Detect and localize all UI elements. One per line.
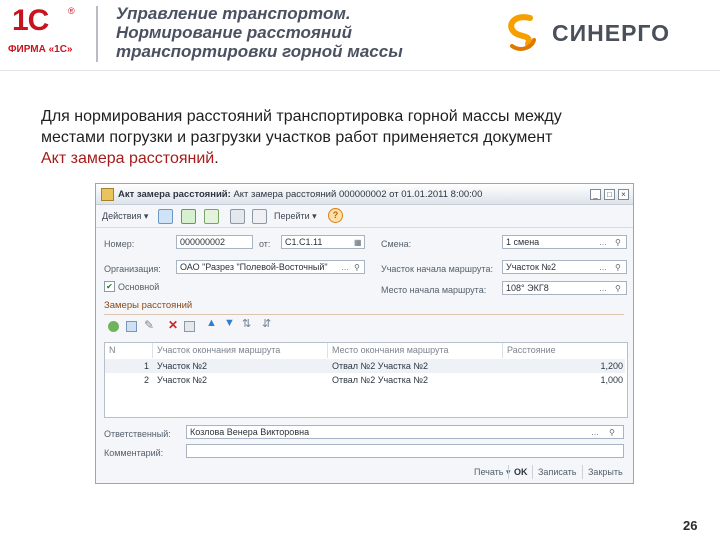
sort-desc-icon[interactable]: ⇵ (262, 317, 271, 330)
write-icon[interactable] (158, 209, 173, 224)
main-checkbox[interactable]: ✔ (104, 281, 115, 292)
copy-row-icon[interactable] (126, 321, 137, 332)
end-section-cell: Участок №2 (157, 361, 208, 371)
responsible-select-button[interactable]: … (591, 427, 599, 438)
row-number: 1 (143, 361, 149, 371)
organization-label: Организация: (104, 264, 161, 274)
document-icon (101, 188, 114, 201)
column-header-distance[interactable]: Расстояние (503, 343, 627, 358)
date-field[interactable]: С1.С1.11 ▦ (281, 235, 365, 249)
1c-logo-mark: 1С (12, 4, 49, 37)
title-line-3: транспортировки горной массы (116, 42, 403, 61)
document-window: Акт замера расстояний: Акт замера рассто… (95, 183, 634, 484)
header-separator (0, 70, 720, 71)
synergo-wordmark: СИНЕРГО (552, 20, 671, 46)
sort-asc-icon[interactable]: ⇅ (242, 317, 251, 330)
move-down-icon[interactable]: ▼ (224, 317, 235, 329)
synergo-swirl-icon (508, 14, 536, 51)
delete-row-icon[interactable]: ✕ (168, 318, 178, 332)
header-divider (96, 6, 98, 62)
1c-logo: 1С ® ФИРМА «1С» (8, 4, 75, 60)
organization-field[interactable]: ОАО "Разрез "Полевой-Восточный" … ⚲ (176, 260, 365, 274)
organization-select-button[interactable]: … (341, 262, 349, 273)
title-line-2: Нормирование расстояний (116, 23, 352, 42)
save-button[interactable]: Записать (538, 467, 576, 477)
intro-line-3: Акт замера расстояний. (41, 148, 681, 169)
measurements-section-title: Замеры расстояний (104, 300, 193, 311)
measurements-table[interactable]: N Участок окончания маршрута Место оконч… (104, 342, 628, 418)
help-icon[interactable]: ? (328, 208, 343, 223)
table-row[interactable]: 1 Участок №2 Отвал №2 Участка №2 1,200 (105, 359, 625, 373)
synergo-logo: СИНЕРГО (502, 12, 712, 52)
route-start-place-field[interactable]: 108° ЭКГ8 … ⚲ (502, 281, 627, 295)
organization-search-icon[interactable]: ⚲ (354, 262, 360, 273)
calendar-icon[interactable]: ▦ (354, 237, 362, 248)
minimize-icon[interactable]: _ (590, 189, 601, 200)
close-button[interactable]: Закрыть (588, 467, 623, 477)
shift-field[interactable]: 1 смена … ⚲ (502, 235, 627, 249)
main-checkbox-label: Основной (118, 282, 160, 292)
page-number: 26 (683, 518, 698, 533)
post-close-icon[interactable] (204, 209, 219, 224)
ok-button[interactable]: OK (514, 467, 528, 477)
intro-paragraph: Для нормирования расстояний транспортиро… (41, 106, 681, 169)
close-icon[interactable]: × (618, 189, 629, 200)
number-label: Номер: (104, 239, 135, 249)
add-row-icon[interactable] (108, 321, 119, 332)
report-icon[interactable] (252, 209, 267, 224)
slide-title: Управление транспортом. Нормирование рас… (116, 4, 446, 61)
registered-mark: ® (68, 6, 75, 16)
responsible-search-icon[interactable]: ⚲ (609, 427, 615, 438)
window-titlebar[interactable]: Акт замера расстояний: Акт замера рассто… (96, 184, 633, 205)
structure-icon[interactable] (230, 209, 245, 224)
end-edit-icon[interactable] (184, 321, 195, 332)
post-icon[interactable] (181, 209, 196, 224)
distance-cell: 1,200 (600, 361, 623, 371)
date-from-label: от: (259, 239, 271, 249)
column-header-n[interactable]: N (105, 343, 153, 358)
window-title: Акт замера расстояний: Акт замера рассто… (118, 189, 483, 200)
place-search-icon[interactable]: ⚲ (615, 283, 621, 294)
route-start-place-label: Место начала маршрута: (381, 285, 487, 295)
route-start-section-label: Участок начала маршрута: (381, 264, 493, 274)
intro-end: . (214, 150, 219, 167)
move-up-icon[interactable]: ▲ (206, 317, 217, 329)
footer-separator (532, 465, 533, 479)
actions-menu[interactable]: Действия ▾ (102, 211, 148, 222)
intro-line-1: Для нормирования расстояний транспортиро… (41, 108, 562, 125)
column-header-end-place[interactable]: Место окончания маршрута (328, 343, 503, 358)
table-row[interactable]: 2 Участок №2 Отвал №2 Участка №2 1,000 (105, 373, 625, 387)
distance-cell: 1,000 (600, 375, 623, 385)
row-number: 2 (143, 375, 149, 385)
place-select-button[interactable]: … (599, 283, 607, 294)
print-button[interactable]: Печать ▾ (474, 467, 511, 478)
maximize-icon[interactable]: □ (604, 189, 615, 200)
responsible-label: Ответственный: (104, 429, 171, 439)
section-search-icon[interactable]: ⚲ (615, 262, 621, 273)
goto-menu[interactable]: Перейти ▾ (274, 211, 317, 222)
comment-label: Комментарий: (104, 448, 164, 458)
comment-field[interactable] (186, 444, 624, 458)
route-start-section-field[interactable]: Участок №2 … ⚲ (502, 260, 627, 274)
intro-line-2: местами погрузки и разгрузки участков ра… (41, 129, 553, 146)
document-name-highlight: Акт замера расстояний (41, 150, 215, 167)
shift-select-button[interactable]: … (599, 237, 607, 248)
footer-separator (508, 465, 509, 479)
section-select-button[interactable]: … (599, 262, 607, 273)
title-line-1: Управление транспортом. (116, 4, 351, 23)
end-place-cell: Отвал №2 Участка №2 (332, 375, 429, 385)
column-header-end-section[interactable]: Участок окончания маршрута (153, 343, 328, 358)
responsible-field[interactable]: Козлова Венера Викторовна … ⚲ (186, 425, 624, 439)
edit-row-icon[interactable]: ✎ (144, 318, 154, 332)
footer-separator (582, 465, 583, 479)
shift-label: Смена: (381, 239, 412, 249)
section-divider (104, 314, 624, 315)
end-section-cell: Участок №2 (157, 375, 208, 385)
end-place-cell: Отвал №2 Участка №2 (332, 361, 429, 371)
shift-search-icon[interactable]: ⚲ (615, 237, 621, 248)
toolbar: Действия ▾ Перейти ▾ ? (96, 205, 633, 228)
number-field[interactable]: 000000002 (176, 235, 253, 249)
1c-logo-caption: ФИРМА «1С» (8, 44, 73, 55)
